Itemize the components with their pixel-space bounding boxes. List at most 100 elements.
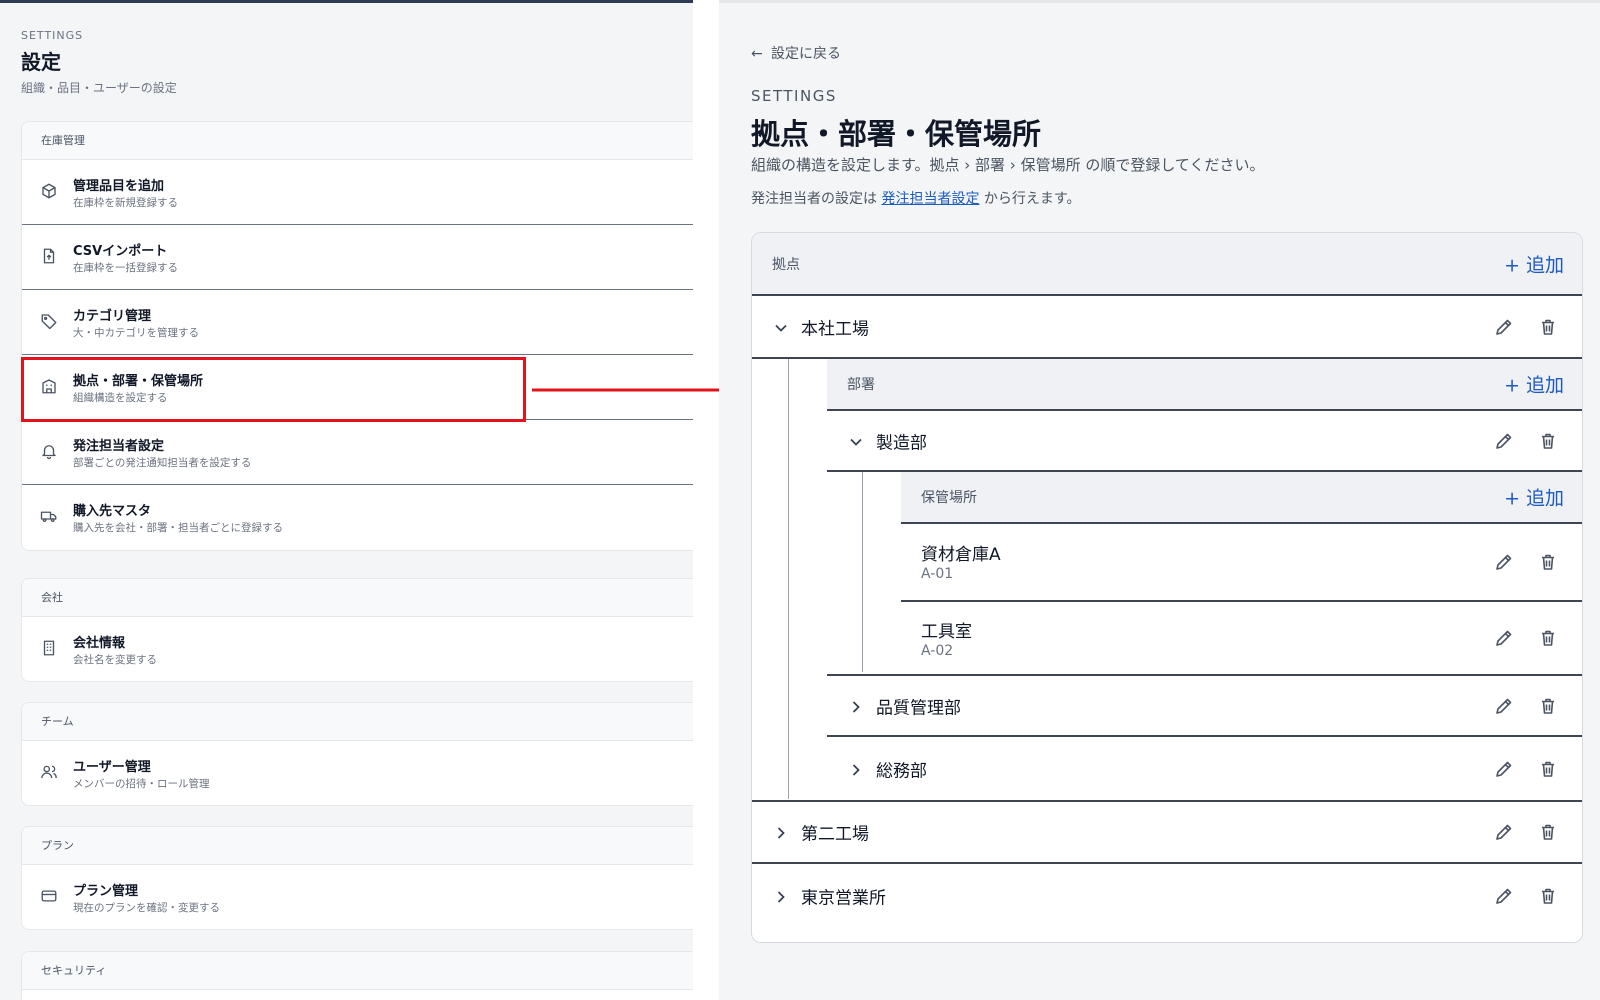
pencil-icon[interactable] xyxy=(1494,759,1514,779)
settings-item-label: CSVインポート xyxy=(73,244,168,259)
departments-section-header: 部署 + 追加 xyxy=(827,359,1582,411)
add-base-button[interactable]: + 追加 xyxy=(1504,250,1564,277)
trash-icon[interactable] xyxy=(1538,317,1558,337)
tree-guide-line xyxy=(862,472,863,672)
card-icon xyxy=(40,887,58,905)
bell-icon xyxy=(40,442,58,460)
locations-section-header: 保管場所 + 追加 xyxy=(901,472,1582,524)
trash-icon[interactable] xyxy=(1538,431,1558,451)
group-label: チーム xyxy=(22,703,693,741)
org-structure-page: ← 設定に戻る SETTINGS 拠点・部署・保管場所 組織の構造を設定します。拠… xyxy=(719,0,1600,1000)
arrow-icon xyxy=(532,373,749,407)
settings-item-label: プラン管理 xyxy=(73,884,139,899)
settings-item-desc: 現在のプランを確認・変更する xyxy=(73,902,220,914)
trash-icon[interactable] xyxy=(1538,822,1558,842)
settings-item-desc: 購入先を会社・部署・担当者ごとに登録する xyxy=(73,522,283,534)
settings-item-label: ユーザー管理 xyxy=(73,760,151,775)
highlight-box xyxy=(21,357,526,422)
chevron-right-icon[interactable] xyxy=(774,825,788,839)
row-actions xyxy=(1494,822,1564,842)
add-department-button[interactable]: + 追加 xyxy=(1504,371,1564,398)
settings-item-desc: 大・中カテゴリを管理する xyxy=(73,327,199,339)
settings-item-desc: 在庫枠を一括登録する xyxy=(73,262,178,274)
note-prefix: 発注担当者の設定は xyxy=(751,191,882,207)
row-actions xyxy=(1494,886,1564,906)
section-label: 拠点 xyxy=(772,256,800,273)
file-upload-icon xyxy=(40,247,58,265)
pencil-icon[interactable] xyxy=(1494,628,1514,648)
note-suffix: から行えます。 xyxy=(979,191,1081,207)
settings-item-csv-import[interactable]: CSVインポート 在庫枠を一括登録する xyxy=(22,225,693,290)
chevron-down-icon[interactable] xyxy=(849,434,863,448)
row-actions xyxy=(1494,696,1564,716)
settings-item-label: 管理品目を追加 xyxy=(73,179,165,194)
department-row[interactable]: 品質管理部 xyxy=(827,674,1582,737)
group-label: プラン xyxy=(22,827,693,865)
chevron-down-icon[interactable] xyxy=(774,320,788,334)
settings-panel: SETTINGS 設定 組織・品目・ユーザーの設定 在庫管理 管理品目を追加 在… xyxy=(0,0,693,1000)
pencil-icon[interactable] xyxy=(1494,552,1514,572)
settings-item-categories[interactable]: カテゴリ管理 大・中カテゴリを管理する xyxy=(22,290,693,355)
group-label: セキュリティ xyxy=(22,952,693,990)
page-description: 組織の構造を設定します。拠点 › 部署 › 保管場所 の順で登録してください。 xyxy=(751,156,1265,174)
chevron-right-icon[interactable] xyxy=(774,889,788,903)
settings-item-users[interactable]: ユーザー管理 メンバーの招待・ロール管理 xyxy=(22,741,693,805)
settings-item-add-item[interactable]: 管理品目を追加 在庫枠を新規登録する xyxy=(22,160,693,225)
settings-item-company-info[interactable]: 会社情報 会社名を変更する xyxy=(22,617,693,681)
row-actions xyxy=(1494,628,1564,648)
department-name: 品質管理部 xyxy=(876,698,961,718)
settings-item-desc: メンバーの招待・ロール管理 xyxy=(73,778,210,790)
add-label: 追加 xyxy=(1525,254,1564,276)
department-row[interactable]: 製造部 xyxy=(827,411,1582,472)
group-label: 在庫管理 xyxy=(22,122,693,160)
trash-icon[interactable] xyxy=(1538,696,1558,716)
page-title: 拠点・部署・保管場所 xyxy=(751,117,1042,151)
settings-item-order-contacts[interactable]: 発注担当者設定 部署ごとの発注通知担当者を設定する xyxy=(22,420,693,485)
bases-section-header: 拠点 + 追加 xyxy=(752,233,1582,296)
page-eyebrow: SETTINGS xyxy=(751,87,837,105)
location-row[interactable]: 資材倉庫A A-01 xyxy=(901,524,1582,602)
base-row[interactable]: 本社工場 xyxy=(752,296,1582,359)
location-name: 工具室 xyxy=(921,622,972,642)
pencil-icon[interactable] xyxy=(1494,317,1514,337)
base-row[interactable]: 東京営業所 xyxy=(752,864,1582,928)
row-actions xyxy=(1494,552,1564,572)
screenshot-stage: SETTINGS 設定 組織・品目・ユーザーの設定 在庫管理 管理品目を追加 在… xyxy=(0,0,1600,1000)
group-inventory: 在庫管理 管理品目を追加 在庫枠を新規登録する CSVインポート 在庫枠を一括登… xyxy=(21,121,693,551)
page-title: 設定 xyxy=(21,50,61,74)
group-plan: プラン プラン管理 現在のプランを確認・変更する xyxy=(21,826,693,930)
settings-item-suppliers[interactable]: 購入先マスタ 購入先を会社・部署・担当者ごとに登録する xyxy=(22,485,693,550)
base-row[interactable]: 第二工場 xyxy=(752,800,1582,864)
department-row[interactable]: 総務部 xyxy=(827,737,1582,800)
chevron-right-icon[interactable] xyxy=(849,762,863,776)
settings-item-plan[interactable]: プラン管理 現在のプランを確認・変更する xyxy=(22,865,693,929)
back-link[interactable]: ← 設定に戻る xyxy=(751,43,841,63)
section-label: 部署 xyxy=(847,377,875,393)
group-team: チーム ユーザー管理 メンバーの招待・ロール管理 xyxy=(21,702,693,806)
department-name: 総務部 xyxy=(876,761,927,781)
chevron-right-icon[interactable] xyxy=(849,699,863,713)
location-row[interactable]: 工具室 A-02 xyxy=(901,602,1582,674)
department-name: 製造部 xyxy=(876,433,927,453)
base-name: 第二工場 xyxy=(801,824,869,845)
back-label: 設定に戻る xyxy=(771,46,841,62)
settings-item-label: カテゴリ管理 xyxy=(73,309,152,324)
pencil-icon[interactable] xyxy=(1494,431,1514,451)
add-label: 追加 xyxy=(1525,374,1564,397)
users-icon xyxy=(40,763,58,781)
row-actions xyxy=(1494,759,1564,779)
trash-icon[interactable] xyxy=(1538,886,1558,906)
pencil-icon[interactable] xyxy=(1494,696,1514,716)
order-contacts-link[interactable]: 発注担当者設定 xyxy=(881,191,979,207)
trash-icon[interactable] xyxy=(1538,552,1558,572)
base-name: 本社工場 xyxy=(801,319,869,339)
trash-icon[interactable] xyxy=(1538,759,1558,779)
trash-icon[interactable] xyxy=(1538,628,1558,648)
add-location-button[interactable]: + 追加 xyxy=(1504,484,1564,511)
pencil-icon[interactable] xyxy=(1494,822,1514,842)
pencil-icon[interactable] xyxy=(1494,886,1514,906)
page-note: 発注担当者の設定は 発注担当者設定 から行えます。 xyxy=(751,188,1081,208)
box-icon xyxy=(40,182,58,200)
settings-item-label: 購入先マスタ xyxy=(73,504,152,519)
page-subtitle: 組織・品目・ユーザーの設定 xyxy=(21,81,177,95)
